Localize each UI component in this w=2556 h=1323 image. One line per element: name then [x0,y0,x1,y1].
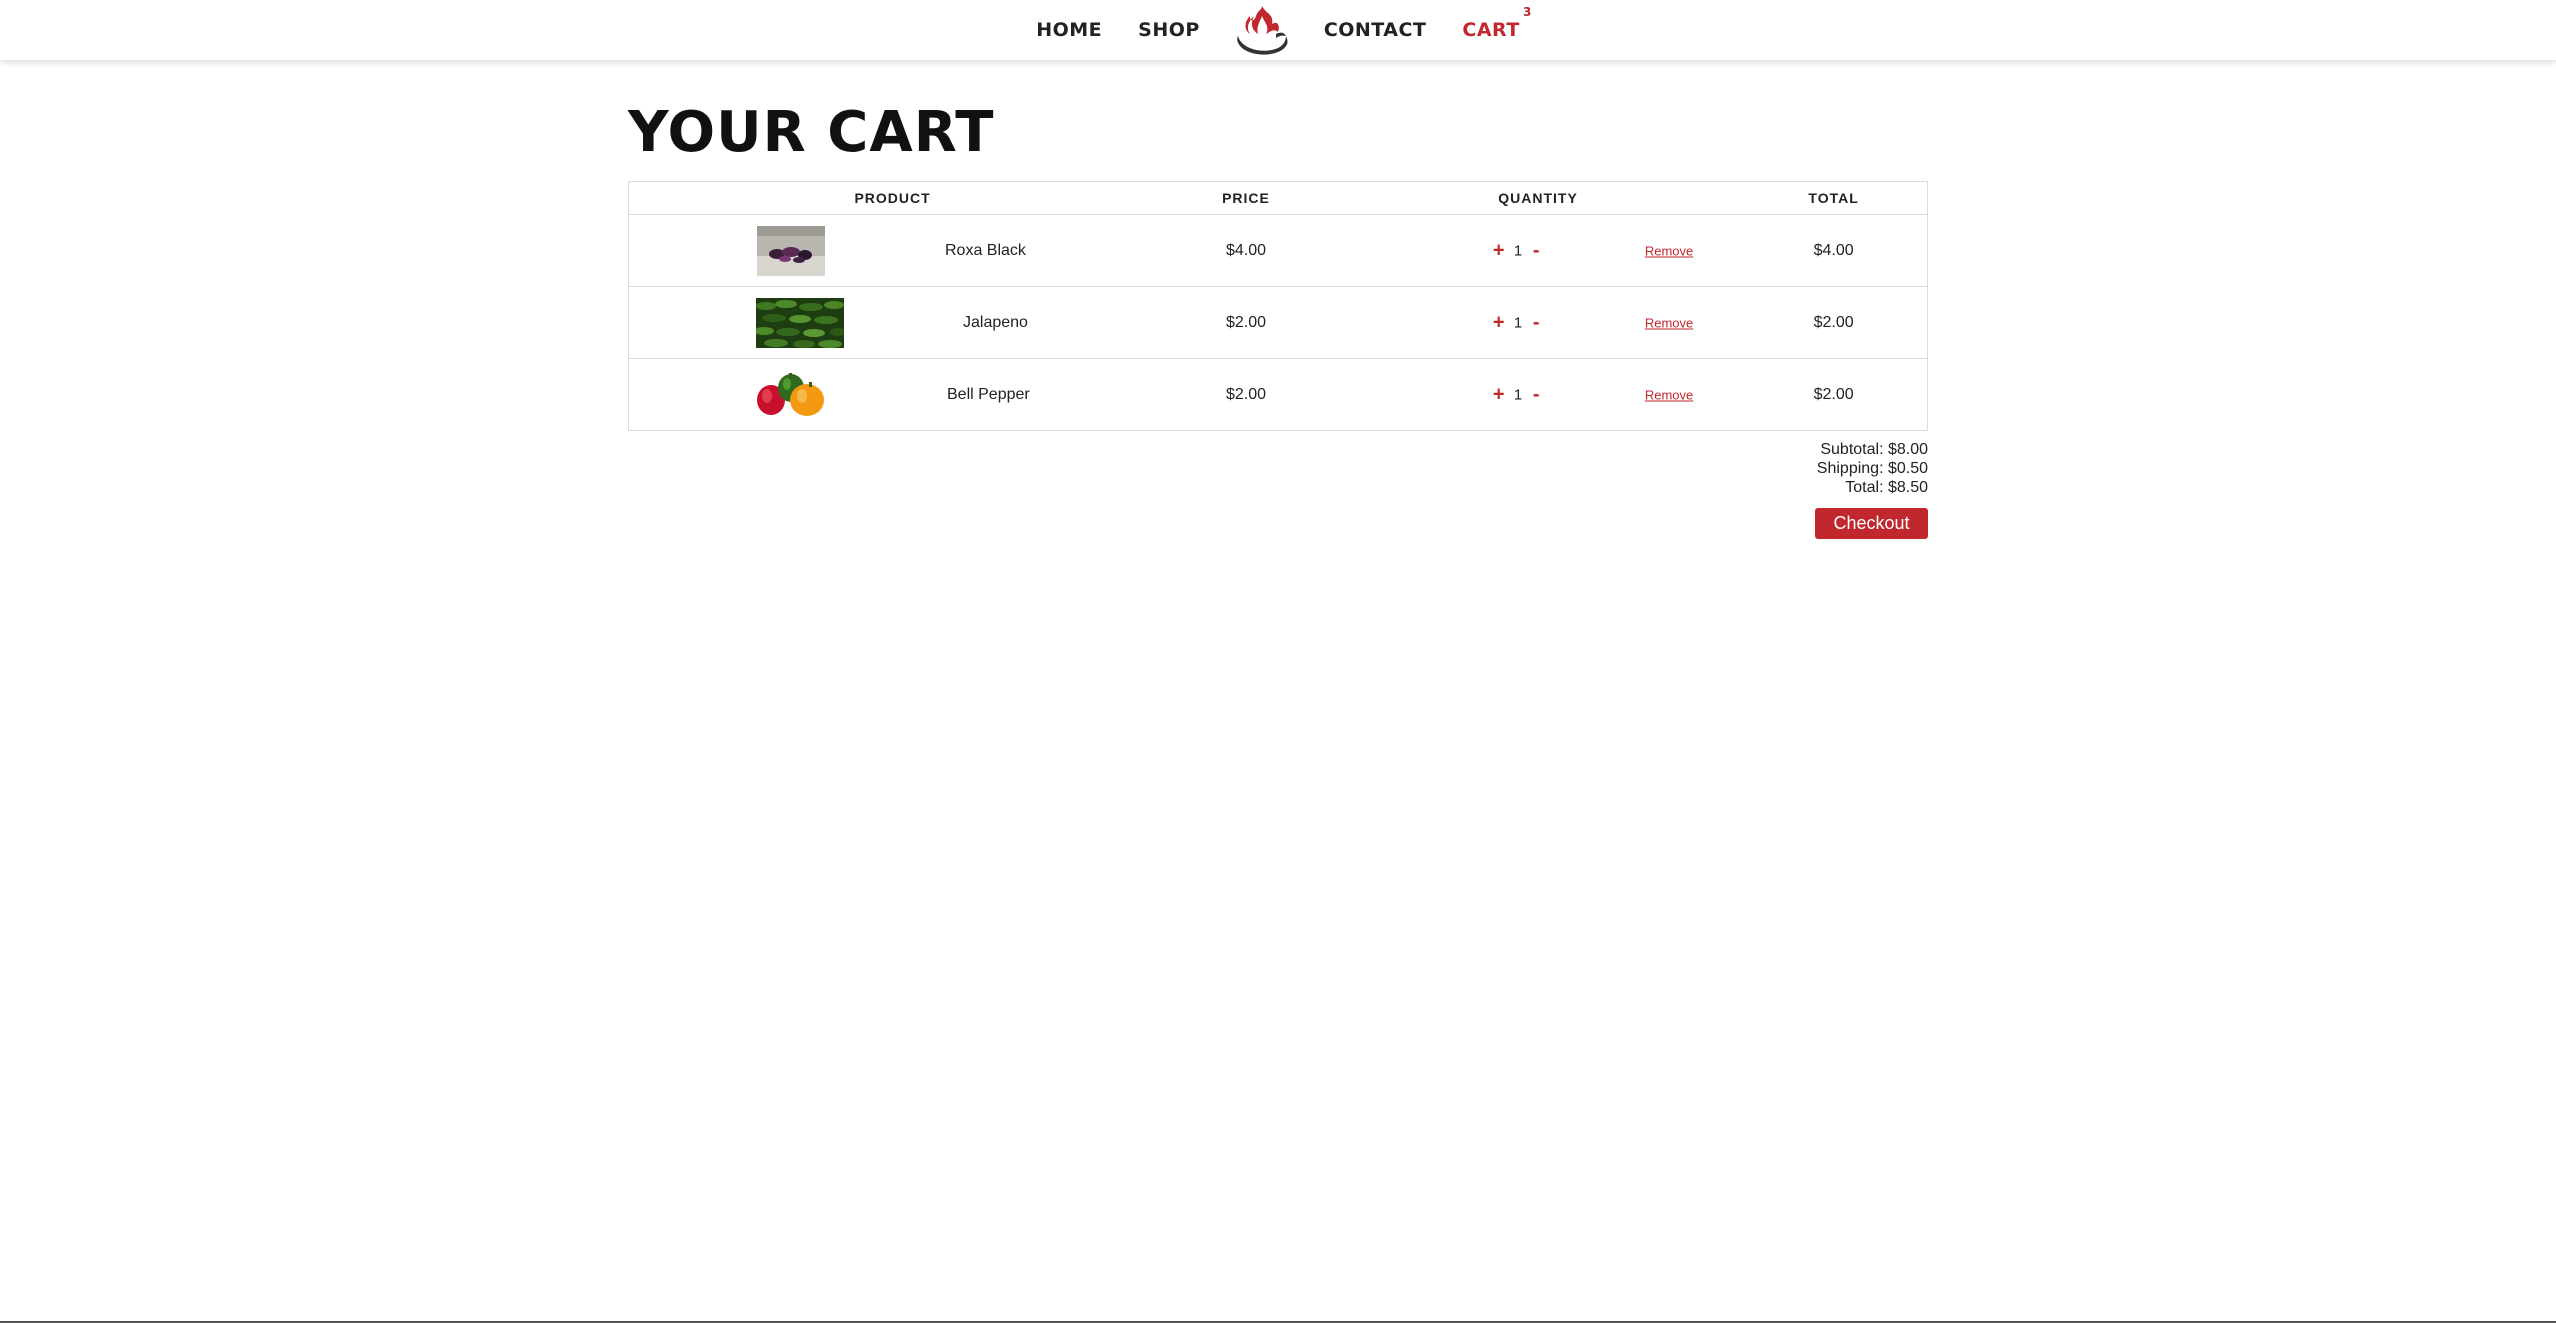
price-cell: $4.00 [1156,214,1336,287]
quantity-cell: + 1 - Remove [1335,286,1741,359]
decrease-quantity-button[interactable]: - [1533,311,1540,334]
increase-quantity-button[interactable]: + [1493,383,1505,406]
nav-bar: HOME SHOP CONTACT CART 3 [0,0,2556,60]
table-header-row: PRODUCT PRICE QUANTITY TOTAL [628,181,1928,215]
product-cell: Jalapeno [628,286,1157,359]
quantity-value: 1 [1513,314,1523,331]
flaming-pepper-logo-icon[interactable] [1232,2,1292,58]
line-total-cell: $2.00 [1813,385,1854,403]
decrease-quantity-button[interactable]: - [1533,239,1540,262]
table-row: Bell Pepper $2.00 + 1 - Remove $2.00 [629,359,1928,431]
nav-cart-link[interactable]: CART 3 [1462,5,1531,41]
total-text: Total: $8.50 [1845,479,1928,496]
top-navigation: HOME SHOP CONTACT CART 3 [0,0,2556,61]
bell-pepper-image [753,369,833,420]
product-name: Roxa Black [945,241,1026,259]
increase-quantity-button[interactable]: + [1493,311,1505,334]
remove-item-link[interactable]: Remove [1645,315,1693,330]
remove-item-link[interactable]: Remove [1645,243,1693,258]
nav-cart-label: CART [1462,19,1520,41]
product-name: Bell Pepper [947,385,1030,403]
price-cell: $2.00 [1156,286,1336,359]
roxa-black-pepper-image [757,225,825,276]
quantity-cell: + 1 - Remove [1336,359,1740,431]
cart-table: PRODUCT PRICE QUANTITY TOTAL Roxa Black … [628,181,1928,431]
nav-contact-link[interactable]: CONTACT [1324,19,1427,41]
product-cell: Roxa Black [628,214,1157,287]
price-cell: $2.00 [1225,385,1267,403]
nav-home-link[interactable]: HOME [1036,19,1102,41]
header-quantity: QUANTITY [1335,181,1741,215]
shipping-text: Shipping: $0.50 [1816,460,1928,477]
decrease-quantity-button[interactable]: - [1533,383,1540,406]
quantity-value: 1 [1513,242,1523,259]
line-total-cell: $4.00 [1740,214,1928,287]
product-cell: Bell Pepper [629,359,1157,431]
nav-shop-link[interactable]: SHOP [1138,19,1200,41]
remove-item-link[interactable]: Remove [1645,387,1693,402]
subtotal-text: Subtotal: $8.00 [1820,441,1928,458]
header-price: PRICE [1156,181,1336,215]
table-row: Roxa Black $4.00 + 1 - Remove $4.00 [628,214,1928,287]
jalapeno-pepper-image [756,297,844,348]
header-total: TOTAL [1740,181,1928,215]
header-product: PRODUCT [628,181,1157,215]
quantity-cell: + 1 - Remove [1335,214,1741,287]
quantity-value: 1 [1513,386,1523,403]
checkout-button[interactable]: Checkout [1815,508,1928,539]
table-row: Jalapeno $2.00 + 1 - Remove $2.00 [628,286,1928,359]
cart-count-badge: 3 [1522,5,1532,19]
page-title: YOUR CART [628,100,995,165]
line-total-cell: $2.00 [1740,286,1928,359]
product-name: Jalapeno [963,313,1028,331]
order-summary: Subtotal: $8.00 Shipping: $0.50 Total: $… [1628,440,1928,497]
increase-quantity-button[interactable]: + [1493,239,1505,262]
